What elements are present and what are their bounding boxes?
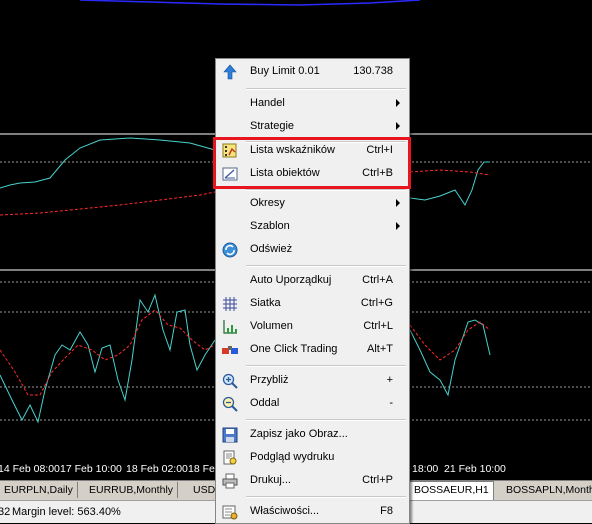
- menu-label: Drukuj...: [250, 474, 291, 486]
- time-label: 18 Feb 02:00: [126, 463, 188, 475]
- oscillator-line: [0, 293, 216, 424]
- menu-shortcut: F8: [380, 505, 393, 517]
- menu-shortcut: Ctrl+P: [362, 474, 393, 486]
- chart-tab-eurrub[interactable]: EURRUB,Monthly: [85, 482, 179, 498]
- menu-item-volumen[interactable]: Volumen Ctrl+L: [218, 316, 407, 338]
- menu-separator: [246, 365, 406, 367]
- menu-label: Odśwież: [250, 243, 293, 255]
- menu-item-zapisz-jako-obraz[interactable]: Zapisz jako Obraz...: [218, 424, 407, 446]
- menu-label: Właściwości...: [250, 505, 320, 517]
- menu-item-drukuj[interactable]: Drukuj... Ctrl+P: [218, 470, 407, 492]
- menu-separator: [246, 88, 406, 90]
- menu-label: One Click Trading: [250, 343, 338, 355]
- status-fragment: 32: [0, 506, 11, 518]
- chart-tab-eurpln[interactable]: EURPLN,Daily: [0, 482, 78, 498]
- menu-label: Zapisz jako Obraz...: [250, 428, 348, 440]
- menu-item-siatka[interactable]: Siatka Ctrl+G: [218, 293, 407, 315]
- menu-label: Szablon: [250, 220, 290, 232]
- menu-label: Volumen: [250, 320, 293, 332]
- save-image-icon: [222, 427, 238, 443]
- menu-shortcut: Ctrl+A: [362, 274, 393, 286]
- time-label: 14 Feb 08:00: [0, 463, 60, 475]
- up-arrow-icon: [223, 64, 237, 80]
- time-label: 21 Feb 10:00: [444, 463, 506, 475]
- menu-label: Buy Limit 0.01: [250, 65, 320, 77]
- context-menu: Buy Limit 0.01 130.738 Handel Strategie …: [215, 58, 410, 524]
- menu-item-buy-limit[interactable]: Buy Limit 0.01 130.738: [218, 61, 407, 83]
- zoom-out-icon: [222, 396, 238, 412]
- printer-icon: [222, 473, 238, 489]
- menu-item-oddal[interactable]: Oddal -: [218, 393, 407, 415]
- menu-label: Handel: [250, 97, 285, 109]
- refresh-icon: [222, 242, 238, 258]
- menu-label: Podgląd wydruku: [250, 451, 335, 463]
- menu-separator: [246, 265, 406, 267]
- oscillator-line: [409, 319, 491, 397]
- submenu-arrow-icon: [396, 199, 400, 207]
- menu-item-handel[interactable]: Handel: [218, 93, 407, 115]
- time-label: 18:00: [412, 463, 439, 475]
- time-label: 18 Fe: [188, 463, 215, 475]
- menu-label: Siatka: [250, 297, 281, 309]
- print-preview-icon: [223, 450, 237, 465]
- signal-line: [0, 191, 216, 216]
- menu-separator: [246, 419, 406, 421]
- menu-item-auto-uporzadkuj[interactable]: Auto Uporządkuj Ctrl+A: [218, 270, 407, 292]
- grid-icon: [223, 297, 237, 311]
- menu-shortcut: -: [389, 397, 393, 409]
- menu-shortcut: Ctrl+L: [363, 320, 393, 332]
- submenu-arrow-icon: [396, 99, 400, 107]
- menu-label: Auto Uporządkuj: [250, 274, 332, 286]
- signal-dashed-line: [0, 309, 216, 396]
- chart-tab-bossapln[interactable]: BOSSAPLN,Month: [502, 482, 592, 498]
- price-line: [79, 0, 421, 6]
- menu-item-odswiez[interactable]: Odśwież: [218, 239, 407, 261]
- highlight-box: [213, 137, 411, 189]
- margin-level-text: Margin level: 563.40%: [12, 506, 121, 518]
- menu-item-one-click-trading[interactable]: One Click Trading Alt+T: [218, 339, 407, 361]
- menu-item-okresy[interactable]: Okresy: [218, 193, 407, 215]
- menu-separator: [246, 496, 406, 498]
- submenu-arrow-icon: [396, 122, 400, 130]
- menu-label: Okresy: [250, 197, 285, 209]
- menu-item-strategie[interactable]: Strategie: [218, 116, 407, 138]
- menu-item-wlasciwosci[interactable]: Właściwości... F8: [218, 501, 407, 523]
- volume-icon: [223, 320, 237, 334]
- menu-item-szablon[interactable]: Szablon: [218, 216, 407, 238]
- menu-shortcut: Ctrl+G: [360, 297, 393, 309]
- menu-label: Oddal: [250, 397, 280, 409]
- one-click-trading-icon: [222, 346, 238, 354]
- menu-shortcut: Alt+T: [367, 343, 393, 355]
- submenu-arrow-icon: [396, 222, 400, 230]
- menu-item-przybliz[interactable]: Przybliż +: [218, 370, 407, 392]
- indicator-line: [0, 137, 216, 189]
- zoom-in-icon: [222, 373, 238, 389]
- menu-label: Przybliż: [250, 374, 289, 386]
- time-label: 17 Feb 10:00: [60, 463, 122, 475]
- properties-icon: [222, 505, 238, 520]
- menu-label: Strategie: [250, 120, 295, 132]
- menu-shortcut: +: [386, 374, 393, 386]
- chart-tab-bossaeur[interactable]: BOSSAEUR,H1: [409, 481, 494, 500]
- menu-item-podglad-wydruku[interactable]: Podgląd wydruku: [218, 447, 407, 469]
- menu-shortcut: 130.738: [353, 65, 393, 77]
- menu-separator: [246, 189, 406, 191]
- indicator-line: [409, 161, 490, 207]
